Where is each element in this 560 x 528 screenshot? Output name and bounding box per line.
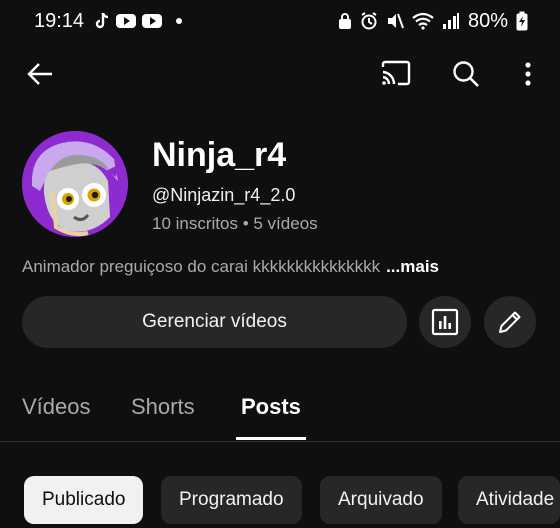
battery-charging-icon (516, 11, 528, 31)
tab-posts[interactable]: Posts (241, 394, 301, 420)
top-bar (0, 48, 560, 100)
channel-stats: 10 inscritos • 5 vídeos (152, 214, 318, 233)
chip-publicado[interactable]: Publicado (24, 476, 144, 524)
more-options-button[interactable] (506, 52, 550, 96)
tab-shorts[interactable]: Shorts (131, 394, 195, 420)
chip-atividade[interactable]: Atividade (458, 476, 560, 524)
signal-icon (442, 13, 459, 29)
analytics-icon (431, 308, 459, 336)
chip-programado[interactable]: Programado (161, 476, 302, 524)
alarm-icon (361, 12, 377, 30)
channel-description[interactable]: Animador preguiçoso do carai kkkkkkkkkkk… (22, 257, 439, 277)
more-notifications-dot (176, 18, 183, 24)
youtube-notification-icon-2 (142, 14, 163, 28)
analytics-button[interactable] (419, 296, 471, 348)
cast-icon (381, 60, 411, 86)
edit-channel-button[interactable] (484, 296, 536, 348)
active-tab-indicator (236, 437, 306, 440)
status-bar-right: 80% (338, 10, 528, 33)
wifi-icon (412, 12, 434, 30)
battery-percent: 80% (467, 9, 508, 32)
mute-icon (387, 13, 404, 29)
channel-handle: @Ninjazin_r4_2.0 (152, 185, 296, 205)
arrow-left-icon (27, 63, 52, 85)
pencil-icon (499, 311, 521, 333)
cast-button[interactable] (374, 52, 418, 96)
bio-text: Animador preguiçoso do carai kkkkkkkkkkk… (22, 257, 381, 276)
channel-tabs: Vídeos Shorts Posts (0, 378, 560, 442)
tab-videos[interactable]: Vídeos (22, 394, 91, 420)
youtube-notification-icon (116, 14, 137, 28)
status-bar-left: 19:14 (34, 9, 183, 33)
post-filter-chips: Publicado Programado Arquivado Atividade (0, 476, 560, 528)
channel-name: Ninja_r4 (152, 136, 287, 174)
avatar-image (22, 131, 128, 237)
status-time: 19:14 (34, 9, 85, 32)
more-vert-icon (525, 62, 531, 86)
search-icon (453, 61, 479, 87)
back-button[interactable] (18, 52, 62, 96)
status-bar: 19:14 80% (0, 0, 560, 42)
chip-arquivado[interactable]: Arquivado (320, 476, 442, 524)
tiktok-notification-icon (95, 12, 109, 29)
bio-more-link[interactable]: ...mais (386, 257, 439, 276)
manage-videos-button[interactable]: Gerenciar vídeos (22, 296, 407, 348)
lock-icon (338, 13, 351, 29)
channel-avatar[interactable] (22, 131, 128, 237)
search-button[interactable] (444, 52, 488, 96)
